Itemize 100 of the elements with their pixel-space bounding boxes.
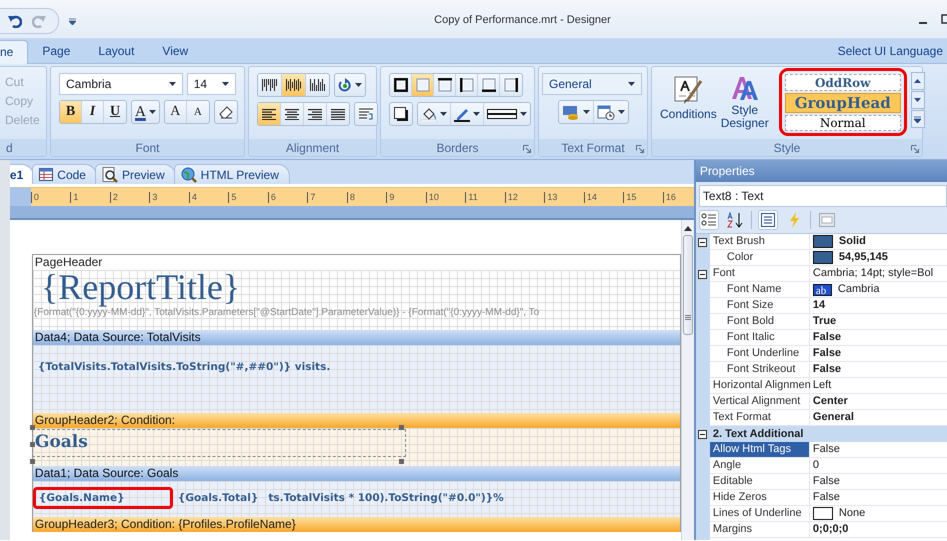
font-name-dropdown[interactable]: Cambria — [59, 73, 183, 95]
font-color-button[interactable]: A — [132, 101, 159, 123]
object-selector[interactable]: Text8 : Text — [698, 185, 947, 207]
band-header[interactable]: Data4; Data Source: TotalVisits — [32, 330, 680, 345]
gallery-more-button[interactable] — [910, 110, 925, 128]
property-value[interactable]: General — [812, 410, 854, 425]
property-name[interactable]: Allow Html Tags — [710, 442, 810, 458]
property-value[interactable]: Left — [812, 378, 832, 393]
band-header[interactable]: Data1; Data Source: Goals — [32, 466, 680, 481]
text-format-dropdown[interactable]: General — [542, 73, 642, 95]
property-value[interactable]: None — [838, 506, 866, 521]
property-name[interactable]: Font Bold — [710, 314, 810, 330]
font-style-button[interactable]: U — [104, 101, 126, 123]
collapse-icon[interactable] — [698, 270, 708, 278]
resize-handle[interactable] — [30, 459, 35, 464]
ruler-number: 15 — [623, 192, 663, 202]
grow-font-button[interactable]: A — [164, 101, 187, 123]
vertical-scrollbar[interactable] — [680, 220, 694, 540]
style-gallery-item[interactable]: GroupHead — [784, 93, 901, 113]
properties-button[interactable] — [758, 210, 778, 230]
categorized-button[interactable] — [698, 210, 719, 230]
resize-handle[interactable] — [398, 459, 404, 464]
band-header[interactable]: GroupHeader3; Condition: {Profiles.ProfileName} — [32, 517, 680, 532]
font-size-dropdown[interactable]: 14 — [186, 73, 236, 95]
conditions-button[interactable]: Conditions — [660, 71, 717, 121]
property-name[interactable]: Vertical Alignment — [710, 394, 810, 410]
ribbon-tab[interactable]: Page — [28, 40, 84, 63]
section-header[interactable]: 2. Text Additional — [710, 426, 947, 442]
property-value[interactable]: Cambria — [838, 282, 880, 297]
property-value[interactable]: 0 — [812, 458, 820, 473]
property-name[interactable]: Color — [710, 250, 810, 266]
property-name[interactable]: Horizontal Alignmen — [710, 378, 810, 394]
resize-handle[interactable] — [30, 442, 35, 447]
line-style-icon — [487, 107, 517, 121]
property-name[interactable]: Text Brush — [710, 234, 810, 250]
property-name[interactable]: Margins — [710, 522, 810, 538]
property-name[interactable]: Font — [710, 266, 810, 282]
property-value[interactable]: 14 — [812, 298, 826, 313]
style-designer-button[interactable]: Style Designer — [720, 71, 769, 130]
border-color-button[interactable] — [451, 103, 484, 125]
font-preview: ab — [812, 284, 832, 296]
horizontal-align-button[interactable] — [258, 103, 281, 125]
font-style-button[interactable]: B — [60, 101, 82, 123]
property-value[interactable]: 54,95,145 — [838, 250, 888, 265]
resize-handle[interactable] — [398, 425, 404, 430]
scrollbar-thumb[interactable] — [682, 235, 693, 335]
data-field[interactable]: {TotalVisits.TotalVisits.ToString("#,##0")} visits. — [32, 357, 336, 377]
ribbon-tab[interactable]: View — [148, 40, 202, 63]
triangle-up-icon — [914, 79, 922, 83]
document-tab[interactable]: Code — [32, 164, 97, 184]
property-value[interactable]: False — [812, 490, 840, 505]
dropdown-icon — [69, 18, 76, 24]
customize-toolbar-button[interactable] — [69, 18, 76, 24]
ribbon-tab[interactable]: ne — [0, 40, 28, 64]
property-value[interactable]: True — [812, 314, 836, 329]
sort-button[interactable] — [724, 210, 745, 230]
property-name[interactable]: Font Strikeout — [710, 362, 810, 378]
data-field[interactable]: {Goals.Name} — [32, 487, 173, 509]
property-value[interactable]: 0;0;0;0 — [812, 522, 848, 537]
ribbon-tab[interactable]: Layout — [84, 40, 148, 63]
document-tab[interactable]: HTML Preview — [174, 164, 290, 184]
property-value[interactable]: False — [812, 362, 842, 377]
caret-icon — [473, 112, 480, 116]
style-gallery-item[interactable]: Normal — [784, 115, 901, 131]
font-style-button[interactable]: I — [82, 101, 104, 123]
data-field[interactable]: {Goals.Total} — [172, 488, 264, 508]
property-name[interactable]: Font Name — [710, 282, 810, 298]
property-value[interactable]: Cambria; 14pt; style=Bol — [812, 266, 934, 281]
heading-text[interactable]: Goals — [32, 430, 405, 456]
band-header[interactable]: PageHeader — [32, 254, 680, 270]
gallery-up-button[interactable] — [910, 72, 925, 90]
style-gallery-item[interactable]: OddRow — [784, 74, 901, 91]
property-value[interactable]: False — [812, 442, 840, 457]
shrink-font-button[interactable]: A — [186, 101, 209, 123]
property-name[interactable]: Hide Zeros — [710, 490, 810, 506]
property-value[interactable]: False — [812, 346, 842, 361]
property-name[interactable]: Angle — [710, 458, 810, 474]
word-wrap-icon — [358, 107, 374, 121]
property-value[interactable]: Solid — [838, 234, 866, 249]
property-value[interactable]: False — [812, 330, 842, 345]
property-name[interactable]: Lines of Underline — [710, 506, 810, 522]
property-name[interactable]: Editable — [710, 474, 810, 490]
property-name[interactable]: Font Size — [710, 298, 810, 314]
property-value[interactable]: Center — [812, 394, 848, 409]
more-icon — [914, 116, 922, 122]
panel-title: Properties — [696, 160, 947, 182]
undo-button[interactable] — [8, 14, 22, 28]
band-header[interactable]: GroupHeader2; Condition: — [32, 413, 680, 428]
document-tab[interactable]: Preview — [94, 164, 176, 184]
collapse-icon[interactable] — [698, 238, 708, 246]
data-field[interactable]: ts.TotalVisits * 100).ToString("#0.0")}% — [263, 488, 509, 508]
language-menu[interactable]: Select UI Language — [838, 44, 947, 63]
fill-color-button[interactable] — [418, 103, 451, 125]
property-name[interactable]: Font Italic — [710, 330, 810, 346]
resize-handle[interactable] — [30, 425, 35, 430]
vertical-align-button[interactable] — [282, 74, 306, 96]
gallery-down-button[interactable] — [910, 91, 925, 109]
collapse-icon[interactable] — [698, 430, 708, 438]
property-name[interactable]: Font Underline — [710, 346, 810, 362]
property-value[interactable]: False — [812, 474, 840, 489]
